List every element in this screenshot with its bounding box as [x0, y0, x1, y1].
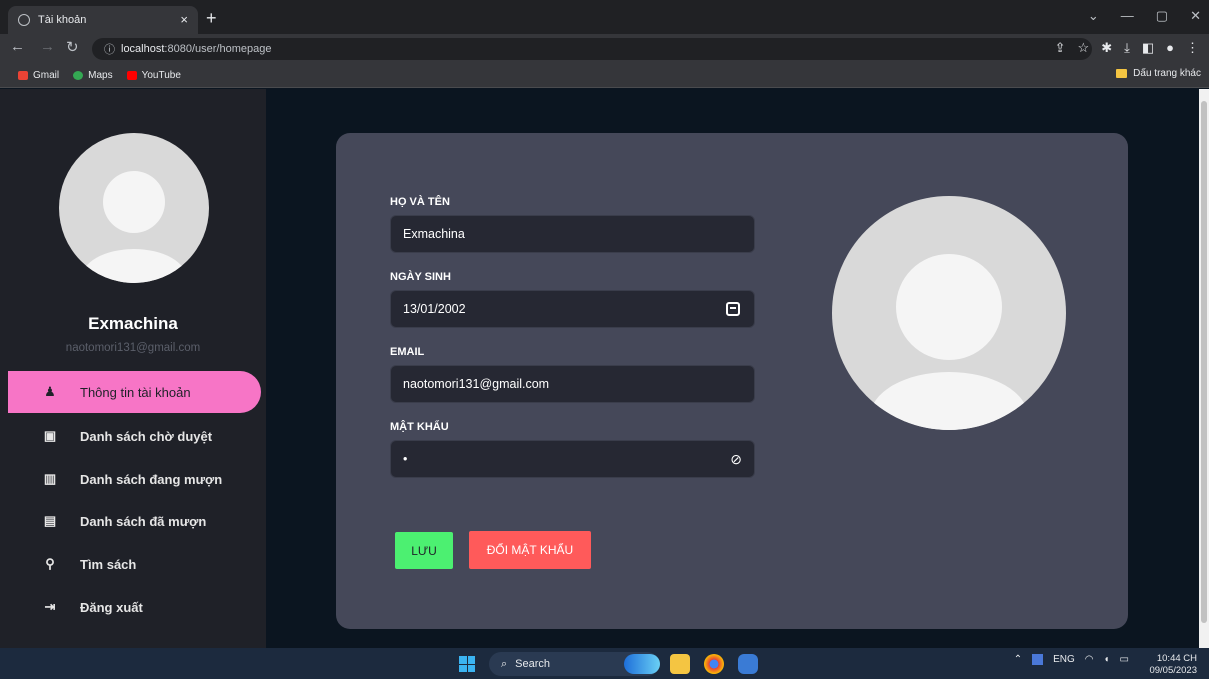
logout-icon: ⇥ — [44, 599, 56, 614]
sidebar-item-pending-list[interactable]: ▣ Danh sách chờ duyệt — [8, 415, 261, 457]
download-icon[interactable]: ⤓ — [1124, 40, 1130, 56]
avatar — [59, 133, 209, 283]
book-open-icon: ▥ — [43, 471, 57, 486]
extensions-icon[interactable]: ✱ — [1101, 40, 1112, 56]
new-tab-button[interactable]: + — [206, 8, 217, 29]
clock-time: 10:44 CH — [1156, 653, 1197, 664]
battery-icon[interactable]: ▭ — [1120, 654, 1129, 665]
gmail-icon — [18, 71, 28, 80]
other-bookmarks-label: Dấu trang khác — [1133, 68, 1201, 79]
widget-icon[interactable] — [624, 654, 660, 674]
sidebar-item-logout[interactable]: ⇥ Đăng xuất — [8, 586, 261, 628]
sidebar-item-label: Danh sách đang mượn — [80, 471, 223, 487]
sidebar-item-borrowing-list[interactable]: ▥ Danh sách đang mượn — [8, 458, 261, 500]
change-password-button[interactable]: ĐỔI MẬT KHẨU — [469, 531, 591, 569]
eye-off-icon[interactable]: ⊘ — [730, 451, 742, 468]
restore-button[interactable]: ▢ — [1156, 8, 1168, 24]
taskbar-search-label: Search — [515, 658, 551, 670]
url-input[interactable]: ⓘ localhost :8080/user/homepage — [92, 38, 1092, 60]
bookmark-youtube[interactable]: YouTube — [126, 70, 181, 81]
password-label: MẬT KHẨU — [390, 421, 449, 433]
youtube-icon — [126, 71, 137, 80]
globe-icon — [18, 14, 30, 26]
back-icon[interactable]: ← — [10, 38, 25, 55]
share-icon[interactable]: ⇪ — [1055, 40, 1066, 56]
sidebar-item-borrowed-list[interactable]: ▤ Danh sách đã mượn — [8, 500, 261, 542]
sidebar-item-label: Danh sách đã mượn — [80, 513, 207, 529]
chevron-up-icon[interactable]: ⌃ — [1014, 654, 1022, 665]
calendar-icon[interactable] — [726, 302, 740, 316]
user-icon: ♟ — [44, 384, 56, 399]
search-icon: ⌕ — [501, 657, 508, 670]
menu-icon[interactable]: ⋮ — [1186, 40, 1199, 56]
tab-title: Tài khoản — [38, 14, 87, 26]
fullname-label: HỌ VÀ TÊN — [390, 196, 450, 208]
fullname-field[interactable]: Exmachina — [390, 215, 755, 253]
chrome-icon[interactable] — [704, 654, 724, 674]
scrollbar[interactable] — [1199, 89, 1209, 648]
user-email: naotomori131@gmail.com — [65, 342, 201, 354]
minimize-button[interactable]: — — [1121, 8, 1134, 24]
profile-avatar — [832, 196, 1066, 430]
side-panel-icon[interactable]: ◧ — [1142, 40, 1154, 56]
sidebar-item-label: Tìm sách — [80, 556, 137, 572]
dob-field[interactable]: 13/01/2002 — [390, 290, 755, 328]
scrollbar-thumb[interactable] — [1201, 101, 1207, 623]
star-icon[interactable]: ☆ — [1078, 40, 1090, 56]
tab-search-icon[interactable]: ⌄ — [1088, 8, 1099, 24]
volume-icon[interactable]: ◖ — [1104, 654, 1110, 665]
maps-icon — [73, 71, 84, 80]
save-button[interactable]: LƯU — [395, 532, 453, 569]
bookmark-maps[interactable]: Maps — [73, 70, 113, 81]
browser-tab[interactable]: Tài khoản × — [8, 6, 198, 34]
email-value: naotomori131@gmail.com — [403, 377, 550, 391]
language-indicator[interactable]: ENG — [1053, 654, 1075, 665]
forward-icon[interactable]: → — [40, 38, 55, 55]
sidebar-item-label: Danh sách chờ duyệt — [80, 428, 213, 444]
bookmark-label: Gmail — [33, 70, 60, 81]
other-bookmarks[interactable]: Dấu trang khác — [1116, 68, 1201, 79]
fullname-value: Exmachina — [403, 227, 465, 241]
profile-avatar[interactable]: ● — [1166, 40, 1174, 56]
sidebar-item-label: Thông tin tài khoản — [80, 384, 191, 400]
file-explorer-icon[interactable] — [670, 654, 690, 674]
close-window-button[interactable]: ✕ — [1190, 8, 1201, 24]
sidebar-item-account-info[interactable]: ♟ Thông tin tài khoản — [8, 371, 261, 413]
browser-toolbar-icons: ⇪ ☆ ✱ ⤓ ◧ ● ⋮ — [1055, 40, 1199, 56]
clipboard-icon: ▣ — [43, 428, 57, 443]
window-controls: ⌄ — ▢ ✕ — [1088, 8, 1201, 24]
password-value: • — [403, 452, 408, 466]
tray-app-icon[interactable] — [1032, 654, 1044, 665]
bookmark-gmail[interactable]: Gmail — [18, 70, 59, 81]
tab-close-button[interactable]: × — [180, 12, 188, 27]
clock[interactable]: 10:44 CH 09/05/2023 — [1149, 653, 1197, 677]
wifi-icon[interactable]: ◠ — [1085, 654, 1094, 665]
book-icon: ▤ — [43, 513, 57, 528]
system-tray: ⌃ ENG ◠ ◖ ▭ — [1014, 654, 1129, 665]
info-icon: ⓘ — [104, 44, 115, 56]
search-icon: ⚲ — [45, 556, 55, 571]
folder-icon — [1116, 69, 1128, 78]
dob-value: 13/01/2002 — [403, 302, 466, 316]
reload-icon[interactable]: ↻ — [66, 38, 79, 56]
sidebar-item-label: Đăng xuất — [80, 599, 143, 615]
bookmark-label: Maps — [88, 70, 113, 81]
user-name: Exmachina — [88, 314, 178, 333]
email-field[interactable]: naotomori131@gmail.com — [390, 365, 755, 403]
password-field[interactable]: • ⊘ — [390, 440, 755, 478]
bookmarks-bar: Gmail Maps YouTube — [0, 64, 1209, 88]
email-label: EMAIL — [390, 346, 425, 358]
dob-label: NGÀY SINH — [390, 271, 451, 283]
clock-date: 09/05/2023 — [1149, 665, 1197, 676]
url-host: localhost — [121, 43, 165, 55]
url-path: :8080/user/homepage — [164, 43, 272, 55]
windows-start-icon[interactable] — [459, 656, 475, 672]
bookmark-label: YouTube — [141, 70, 181, 81]
app-icon[interactable] — [738, 654, 758, 674]
sidebar-item-search-books[interactable]: ⚲ Tìm sách — [8, 543, 261, 585]
